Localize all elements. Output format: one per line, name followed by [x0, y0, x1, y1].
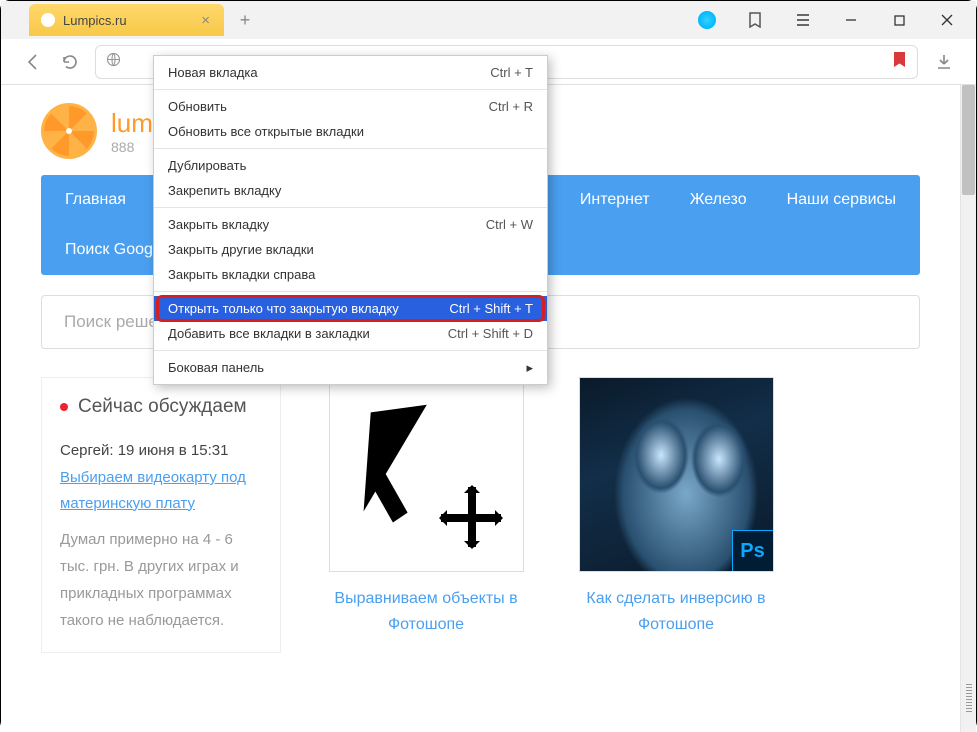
card-thumbnail: Ps — [579, 377, 774, 572]
hamburger-icon — [795, 12, 811, 28]
reader-icon[interactable] — [734, 5, 776, 35]
menu-shortcut: Ctrl + Shift + T — [449, 301, 533, 316]
menu-label: Новая вкладка — [168, 65, 258, 80]
photoshop-badge-icon: Ps — [732, 530, 774, 572]
menu-shortcut: Ctrl + T — [490, 65, 533, 80]
article-card[interactable]: Выравниваем объекты в Фотошопе — [321, 377, 531, 653]
bookmark-flag-icon — [747, 12, 763, 28]
arrow-left-icon — [24, 53, 42, 71]
downloads-button[interactable] — [926, 44, 962, 80]
favicon-icon — [41, 13, 55, 27]
menu-shortcut: Ctrl + R — [489, 99, 533, 114]
tab-bar: Lumpics.ru × + — [1, 1, 976, 39]
menu-new-tab[interactable]: Новая вкладка Ctrl + T — [154, 60, 547, 85]
scrollbar[interactable] — [960, 85, 976, 732]
menu-label: Обновить — [168, 99, 227, 114]
menu-label: Закрыть вкладку — [168, 217, 269, 232]
minimize-button[interactable] — [830, 5, 872, 35]
comment-body: Думал примерно на 4 - 6 тыс. грн. В друг… — [60, 526, 262, 634]
menu-separator — [154, 291, 547, 292]
menu-pin[interactable]: Закрепить вкладку — [154, 178, 547, 203]
minimize-icon — [845, 14, 857, 26]
card-thumbnail — [329, 377, 524, 572]
menu-close-others[interactable]: Закрыть другие вкладки — [154, 237, 547, 262]
comment-link[interactable]: Выбираем видеокарту под материнскую плат… — [60, 469, 246, 512]
reload-icon — [61, 53, 78, 70]
nav-internet[interactable]: Интернет — [560, 175, 670, 225]
menu-shortcut: Ctrl + Shift + D — [448, 326, 533, 341]
menu-separator — [154, 148, 547, 149]
menu-close-tab[interactable]: Закрыть вкладку Ctrl + W — [154, 212, 547, 237]
tab-title: Lumpics.ru — [63, 13, 197, 28]
discussion-widget: Сейчас обсуждаем Сергей: 19 июня в 15:31… — [41, 377, 281, 653]
scrollbar-thumb[interactable] — [962, 85, 975, 195]
article-cards: Выравниваем объекты в Фотошопе Ps Как сд… — [321, 377, 920, 653]
chevron-right-icon: ▸ — [526, 360, 533, 376]
menu-label: Добавить все вкладки в закладки — [168, 326, 370, 341]
menu-side-panel[interactable]: Боковая панель ▸ — [154, 355, 547, 380]
menu-reload[interactable]: Обновить Ctrl + R — [154, 94, 547, 119]
menu-label: Боковая панель — [168, 360, 264, 375]
browser-tab[interactable]: Lumpics.ru × — [29, 4, 224, 36]
menu-separator — [154, 89, 547, 90]
move-icon — [441, 487, 501, 547]
menu-reopen-closed[interactable]: Открыть только что закрытую вкладку Ctrl… — [154, 296, 547, 321]
close-icon — [941, 14, 953, 26]
menu-button[interactable] — [782, 5, 824, 35]
widget-title: Сейчас обсуждаем — [60, 396, 262, 418]
titlebar-controls — [686, 5, 976, 35]
menu-bookmark-all[interactable]: Добавить все вкладки в закладки Ctrl + S… — [154, 321, 547, 346]
nav-home[interactable]: Главная — [45, 175, 146, 225]
close-tab-icon[interactable]: × — [197, 12, 214, 29]
menu-label: Закрепить вкладку — [168, 183, 281, 198]
menu-reload-all[interactable]: Обновить все открытые вкладки — [154, 119, 547, 144]
site-logo-icon[interactable] — [41, 103, 97, 159]
maximize-icon — [894, 15, 905, 26]
menu-label: Обновить все открытые вкладки — [168, 124, 364, 139]
bookmark-icon[interactable] — [892, 51, 907, 73]
menu-label: Закрыть другие вкладки — [168, 242, 314, 257]
download-icon — [935, 53, 953, 71]
nav-hardware[interactable]: Железо — [670, 175, 767, 225]
maximize-button[interactable] — [878, 5, 920, 35]
scrollbar-track-decoration — [966, 684, 972, 714]
menu-duplicate[interactable]: Дублировать — [154, 153, 547, 178]
nav-services[interactable]: Наши сервисы — [767, 175, 916, 225]
card-title: Как сделать инверсию в Фотошопе — [571, 586, 781, 637]
window-close-button[interactable] — [926, 5, 968, 35]
menu-label: Закрыть вкладки справа — [168, 267, 315, 282]
new-tab-button[interactable]: + — [230, 10, 260, 31]
reload-button[interactable] — [51, 44, 87, 80]
back-button[interactable] — [15, 44, 51, 80]
tab-context-menu: Новая вкладка Ctrl + T Обновить Ctrl + R… — [153, 55, 548, 385]
alice-icon[interactable] — [686, 5, 728, 35]
menu-close-right[interactable]: Закрыть вкладки справа — [154, 262, 547, 287]
comment-author: Сергей: 19 июня в 15:31 — [60, 442, 262, 459]
menu-label: Дублировать — [168, 158, 246, 173]
globe-icon — [106, 52, 121, 71]
menu-separator — [154, 207, 547, 208]
menu-shortcut: Ctrl + W — [486, 217, 533, 232]
menu-separator — [154, 350, 547, 351]
article-card[interactable]: Ps Как сделать инверсию в Фотошопе — [571, 377, 781, 653]
menu-label: Открыть только что закрытую вкладку — [168, 301, 399, 316]
card-title: Выравниваем объекты в Фотошопе — [321, 586, 531, 637]
